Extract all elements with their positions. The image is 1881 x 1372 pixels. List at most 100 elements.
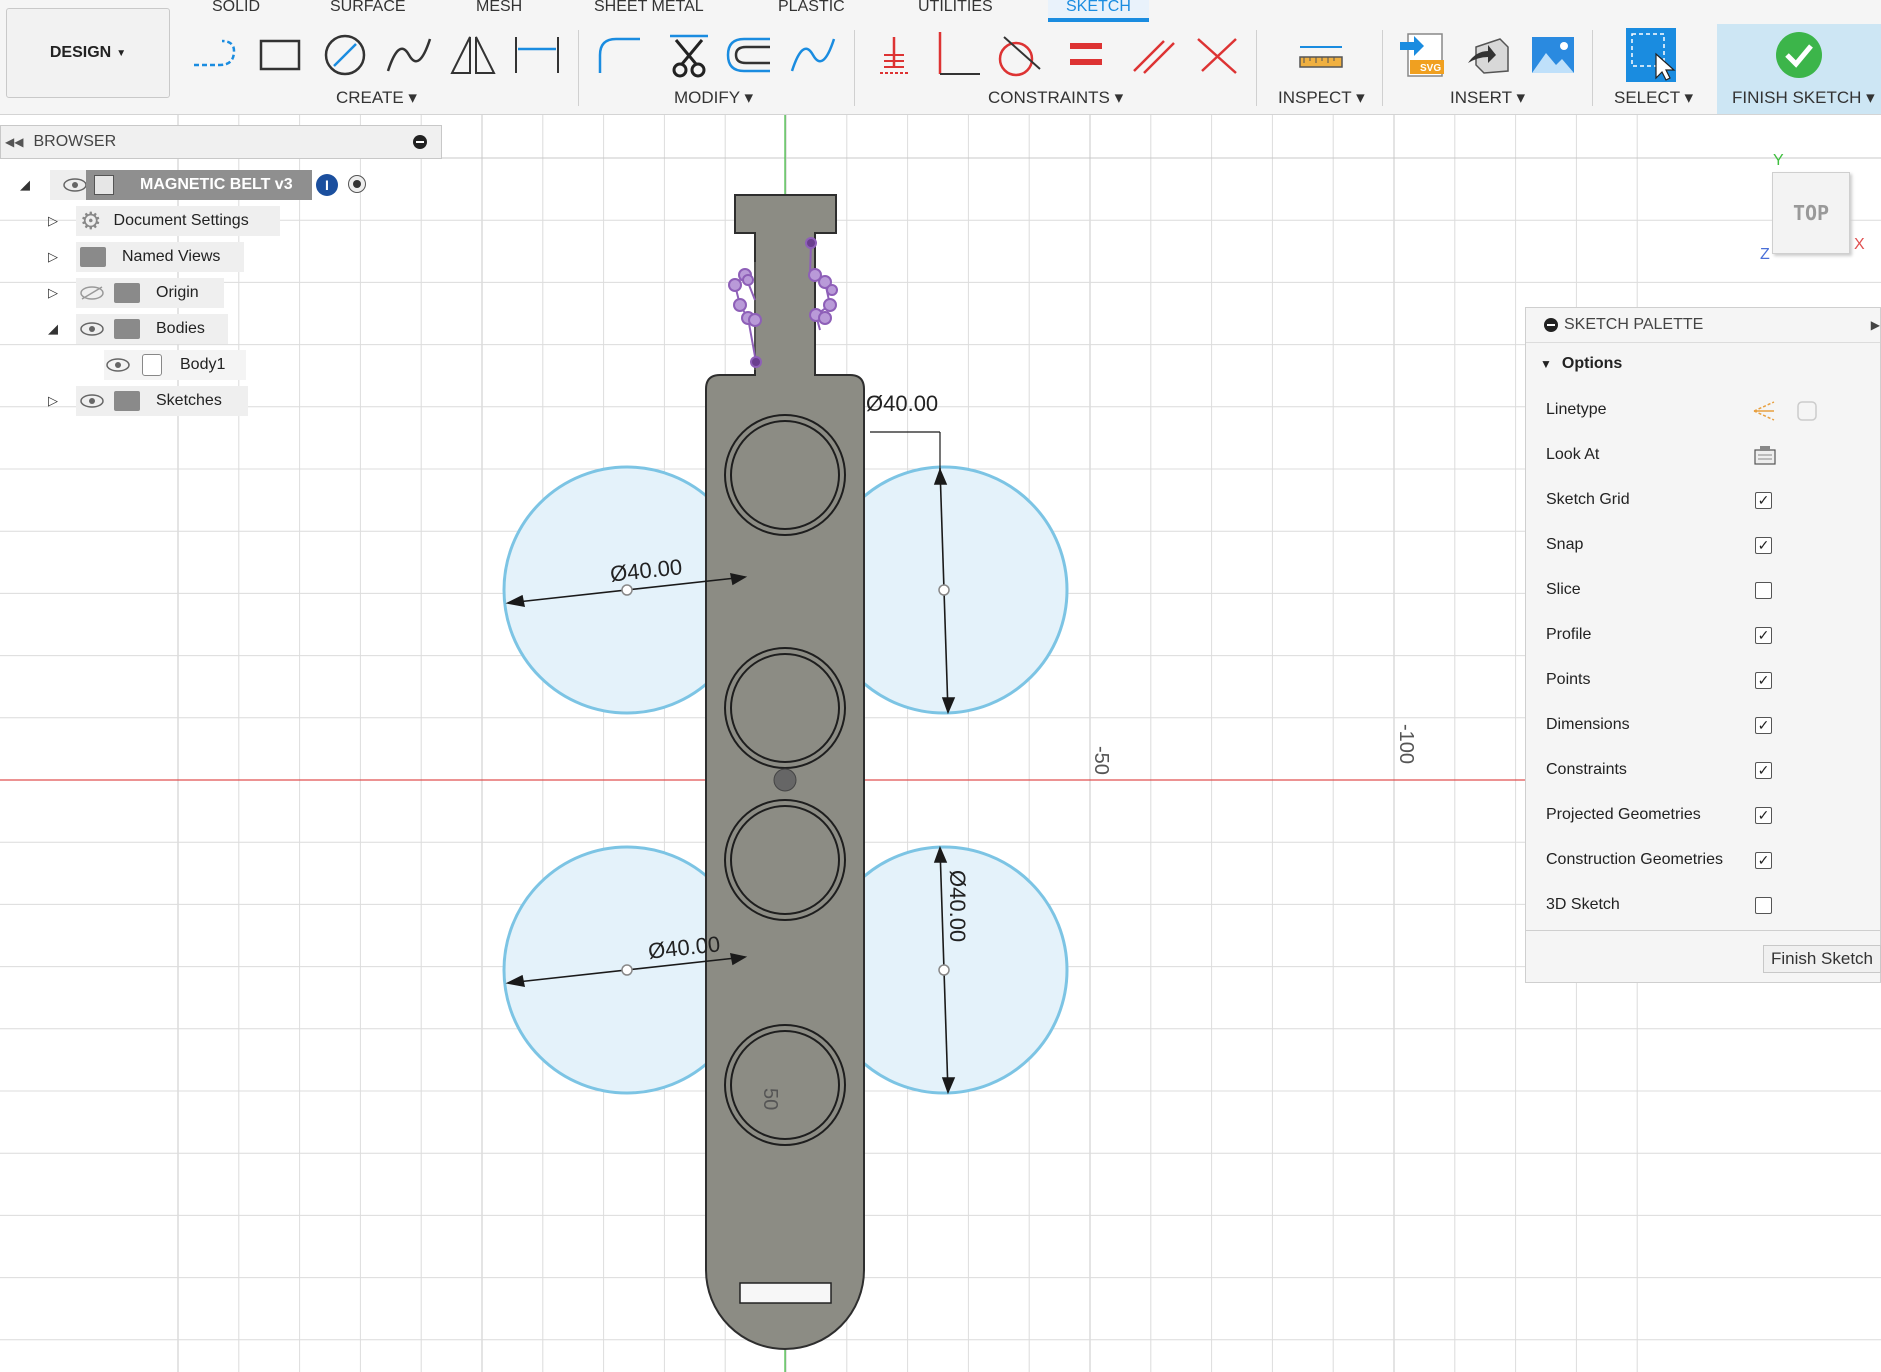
- collapsed-triangle-icon[interactable]: ▷: [48, 249, 58, 265]
- mirror-tool-icon[interactable]: [448, 28, 498, 82]
- viewcube-face-top[interactable]: TOP: [1772, 172, 1850, 254]
- collapsed-triangle-icon[interactable]: ▷: [48, 285, 58, 301]
- points-checkbox[interactable]: ✓: [1755, 671, 1772, 689]
- minimize-icon[interactable]: [413, 135, 427, 149]
- parallel-constraint-icon[interactable]: [1128, 28, 1178, 82]
- tab-sheet-metal[interactable]: SHEET METAL: [594, 0, 704, 22]
- dimensions-checkbox[interactable]: ✓: [1755, 716, 1772, 734]
- option-3d-sketch[interactable]: 3D Sketch: [1526, 883, 1881, 927]
- select-cursor-icon[interactable]: [1626, 28, 1676, 82]
- perpendicular-constraint-icon[interactable]: [932, 28, 982, 82]
- offset-tool-icon[interactable]: [724, 28, 774, 82]
- coincident-constraint-icon[interactable]: [1192, 28, 1242, 82]
- measure-ruler-icon[interactable]: [1296, 28, 1346, 82]
- projected-geometries-checkbox[interactable]: ✓: [1755, 806, 1772, 824]
- inspect-menu[interactable]: INSPECT ▾: [1278, 88, 1365, 108]
- expanded-triangle-icon[interactable]: ▼: [1540, 357, 1552, 371]
- browser-item-document-settings[interactable]: ▷ ⚙ Document Settings: [48, 206, 280, 236]
- tab-solid[interactable]: SOLID: [212, 0, 260, 22]
- browser-root-item[interactable]: MAGNETIC BELT v3: [86, 170, 312, 200]
- option-constraints[interactable]: Constraints ✓: [1526, 748, 1881, 792]
- options-section-header[interactable]: ▼ Options: [1526, 344, 1622, 384]
- browser-root-row[interactable]: ◢ MAGNETIC BELT v3 I: [20, 170, 378, 200]
- collapse-arrows-icon[interactable]: ◀◀: [5, 135, 23, 149]
- dimension-tool-icon[interactable]: [512, 28, 562, 82]
- visibility-eye-icon[interactable]: [80, 394, 104, 408]
- insert-menu[interactable]: INSERT ▾: [1450, 88, 1525, 108]
- option-projected-geometries[interactable]: Projected Geometries ✓: [1526, 793, 1881, 837]
- expand-arrow-icon[interactable]: ▶: [1871, 318, 1880, 332]
- collapsed-triangle-icon[interactable]: ▷: [48, 393, 58, 409]
- buckle-slot[interactable]: [739, 1282, 832, 1304]
- palette-finish-sketch-button[interactable]: Finish Sketch: [1763, 945, 1881, 973]
- browser-item-body1[interactable]: Body1: [104, 350, 246, 380]
- browser-item-named-views[interactable]: ▷ Named Views: [48, 242, 244, 272]
- hidden-eye-icon[interactable]: [80, 286, 104, 300]
- slice-checkbox[interactable]: [1755, 581, 1772, 599]
- profile-checkbox[interactable]: ✓: [1755, 626, 1772, 644]
- browser-item-sketches[interactable]: ▷ Sketches: [48, 386, 248, 416]
- collapsed-triangle-icon[interactable]: ▷: [48, 213, 58, 229]
- finish-sketch-area[interactable]: FINISH SKETCH ▾: [1717, 24, 1881, 114]
- visibility-eye-icon[interactable]: [106, 358, 130, 372]
- gear-icon: ⚙: [80, 207, 102, 235]
- curve-tool-icon[interactable]: [788, 28, 838, 82]
- look-at-icon[interactable]: [1754, 445, 1776, 470]
- workspace-switcher[interactable]: DESIGN ▼: [6, 8, 170, 98]
- rectangle-tool-icon[interactable]: [256, 28, 306, 82]
- option-profile[interactable]: Profile ✓: [1526, 613, 1881, 657]
- folder-icon: [114, 319, 140, 339]
- option-construction-geometries[interactable]: Construction Geometries ✓: [1526, 838, 1881, 882]
- minimize-icon[interactable]: [1544, 318, 1558, 332]
- expanded-triangle-icon[interactable]: ◢: [20, 177, 30, 193]
- browser-item-origin[interactable]: ▷ Origin: [48, 278, 224, 308]
- dimension-label-bottom-right[interactable]: Ø40.00: [945, 870, 970, 942]
- select-menu[interactable]: SELECT ▾: [1614, 88, 1693, 108]
- folder-icon: [80, 247, 106, 267]
- option-slice[interactable]: Slice: [1526, 568, 1881, 612]
- equal-constraint-icon[interactable]: [1062, 28, 1112, 82]
- browser-title: BROWSER: [33, 133, 117, 150]
- finish-sketch-button[interactable]: FINISH SKETCH ▾: [1732, 88, 1875, 108]
- option-sketch-grid[interactable]: Sketch Grid ✓: [1526, 478, 1881, 522]
- origin-point[interactable]: [773, 768, 797, 792]
- browser-item-bodies[interactable]: ◢ Bodies: [48, 314, 228, 344]
- tangent-constraint-icon[interactable]: [994, 28, 1044, 82]
- circle-tool-icon[interactable]: [320, 28, 370, 82]
- option-points[interactable]: Points ✓: [1526, 658, 1881, 702]
- dimension-label-top-right[interactable]: Ø40.00: [866, 391, 938, 416]
- fillet-tool-icon[interactable]: [594, 28, 644, 82]
- trim-scissors-icon[interactable]: [664, 28, 714, 82]
- linetype-centerline-icon[interactable]: [1796, 400, 1818, 427]
- tab-surface[interactable]: SURFACE: [330, 0, 406, 22]
- sketch-grid-checkbox[interactable]: ✓: [1755, 491, 1772, 509]
- linetype-construction-icon[interactable]: [1752, 400, 1776, 427]
- line-tool-icon[interactable]: [190, 28, 240, 82]
- constraints-menu[interactable]: CONSTRAINTS ▾: [988, 88, 1123, 108]
- snap-checkbox[interactable]: ✓: [1755, 536, 1772, 554]
- visibility-eye-icon[interactable]: [80, 322, 104, 336]
- spline-tool-icon[interactable]: [384, 28, 434, 82]
- tab-utilities[interactable]: UTILITIES: [918, 0, 993, 22]
- create-menu[interactable]: CREATE ▾: [336, 88, 417, 108]
- option-dimensions[interactable]: Dimensions ✓: [1526, 703, 1881, 747]
- tab-mesh[interactable]: MESH: [476, 0, 522, 22]
- option-snap[interactable]: Snap ✓: [1526, 523, 1881, 567]
- sketch-palette-header[interactable]: SKETCH PALETTE ▶: [1526, 308, 1880, 343]
- tab-plastic[interactable]: PLASTIC: [778, 0, 845, 22]
- insert-svg-icon[interactable]: SVG: [1398, 28, 1448, 82]
- construction-geometries-checkbox[interactable]: ✓: [1755, 851, 1772, 869]
- toolbar-divider: [1592, 30, 1593, 106]
- browser-panel-header[interactable]: ◀◀ BROWSER: [0, 125, 442, 159]
- constraints-checkbox[interactable]: ✓: [1755, 761, 1772, 779]
- browser-item-label: Document Settings: [113, 212, 249, 229]
- active-component-badge[interactable]: I: [316, 174, 338, 196]
- radio-activate-icon[interactable]: [348, 175, 366, 193]
- insert-mesh-icon[interactable]: [1462, 28, 1512, 82]
- modify-menu[interactable]: MODIFY ▾: [674, 88, 753, 108]
- fix-constraint-icon[interactable]: [870, 28, 920, 82]
- tab-sketch[interactable]: SKETCH: [1048, 0, 1149, 22]
- 3d-sketch-checkbox[interactable]: [1755, 896, 1772, 914]
- expanded-triangle-icon[interactable]: ◢: [48, 321, 58, 337]
- insert-canvas-image-icon[interactable]: [1528, 28, 1578, 82]
